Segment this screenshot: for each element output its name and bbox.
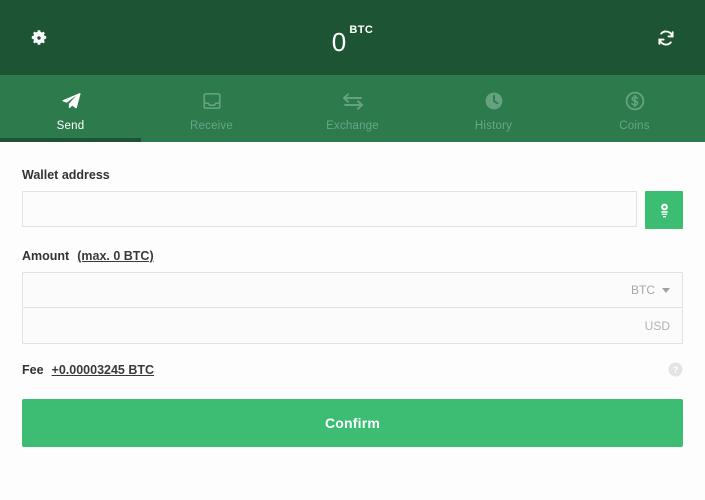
amount-usd-field: USD: [22, 308, 683, 344]
tab-send[interactable]: Send: [0, 75, 141, 142]
wallet-address-row: [22, 191, 683, 229]
balance-display: 0 BTC: [332, 23, 374, 55]
tab-receive[interactable]: Receive: [141, 75, 282, 142]
amount-btc-field: BTC: [22, 272, 683, 308]
confirm-button[interactable]: Confirm: [22, 399, 683, 447]
balance-unit: BTC: [349, 23, 374, 36]
gear-icon: [29, 28, 49, 48]
send-form: Wallet address Amount (max. 0 BTC) BTC U…: [0, 142, 705, 500]
amount-unit-select[interactable]: BTC: [631, 283, 682, 297]
fee-label: Fee: [22, 362, 44, 377]
tab-label: Send: [56, 120, 85, 132]
refresh-button[interactable]: [649, 21, 683, 55]
scan-qr-button[interactable]: [645, 191, 683, 229]
balance-amount: 0: [331, 26, 347, 57]
amount-usd-unit-label: USD: [644, 318, 670, 333]
inbox-tray-icon: [201, 89, 223, 113]
paper-plane-icon: [60, 89, 82, 113]
wallet-address-input[interactable]: [22, 191, 637, 227]
chevron-down-icon: [662, 287, 670, 293]
amount-unit-label: BTC: [631, 283, 655, 297]
amount-label: Amount: [22, 249, 70, 263]
svg-text:?: ?: [673, 365, 679, 376]
tab-bar: Send Receive Exchange History Coins: [0, 75, 705, 142]
qr-scan-icon: [655, 201, 674, 220]
settings-button[interactable]: [22, 21, 56, 55]
help-button[interactable]: ?: [668, 362, 683, 377]
tab-label: Coins: [619, 120, 650, 132]
wallet-app-window: 0 BTC Send Receive Exchange History Coin…: [0, 0, 705, 500]
fee-value-link[interactable]: +0.00003245 BTC: [52, 363, 155, 377]
amount-fields: BTC USD: [22, 272, 683, 344]
tab-label: History: [474, 120, 513, 132]
tab-exchange[interactable]: Exchange: [282, 75, 423, 142]
tab-history[interactable]: History: [423, 75, 564, 142]
tab-label: Receive: [190, 120, 233, 132]
fee-row: Fee +0.00003245 BTC ?: [22, 362, 683, 377]
exchange-arrows-icon: [341, 89, 365, 113]
amount-label-row: Amount (max. 0 BTC): [22, 249, 683, 263]
amount-usd-input[interactable]: [23, 308, 645, 343]
clock-icon: [483, 89, 505, 113]
dollar-coin-icon: [624, 89, 646, 113]
tab-coins[interactable]: Coins: [564, 75, 705, 142]
refresh-icon: [656, 28, 676, 48]
amount-btc-input[interactable]: [23, 273, 631, 307]
app-header: 0 BTC: [0, 0, 705, 75]
amount-max-link[interactable]: (max. 0 BTC): [77, 249, 153, 263]
fee-left-group: Fee +0.00003245 BTC: [22, 363, 154, 377]
wallet-address-label: Wallet address: [22, 168, 110, 182]
tab-label: Exchange: [326, 120, 379, 132]
question-mark-icon: ?: [668, 362, 683, 377]
